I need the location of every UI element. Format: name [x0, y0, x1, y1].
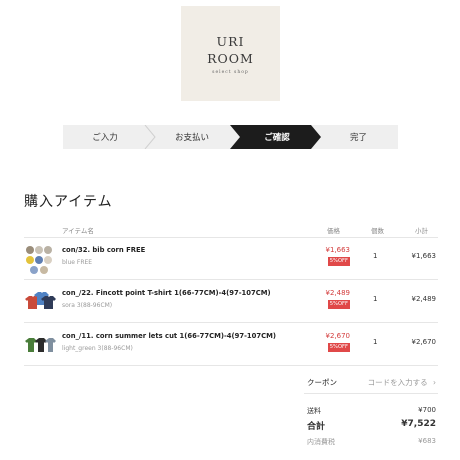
header-qty: 個数: [371, 227, 384, 235]
table-row: con/32. bib corn FREE blue FREE ¥1,663 5…: [24, 238, 438, 280]
product-qty: 1: [373, 252, 378, 260]
step-confirm: ご確認: [235, 125, 319, 149]
discount-badge: 5%OFF: [327, 343, 350, 352]
product-qty: 1: [373, 295, 378, 303]
discount-badge: 5%OFF: [327, 257, 350, 266]
coupon-input-link[interactable]: コードを入力する ›: [368, 377, 436, 388]
product-variant: sora 3(88-96CM): [62, 302, 113, 309]
tax-label: 内消費税: [307, 438, 335, 446]
coupon-row[interactable]: クーポン コードを入力する ›: [304, 370, 438, 394]
product-qty: 1: [373, 338, 378, 346]
product-variant: light_green 3(88-96CM): [62, 345, 133, 352]
logo-line-2: ROOM: [207, 50, 254, 66]
coupon-placeholder: コードを入力する: [367, 378, 428, 387]
table-row: con_/11. corn summer lets cut 1(66-77CM)…: [24, 324, 438, 366]
tshirt-product-image[interactable]: [24, 287, 56, 319]
product-subtotal: ¥2,489: [411, 295, 437, 303]
checkout-steps: ご入力 お支払い ご確認 完了: [63, 125, 398, 149]
items-table-header: アイテム名 価格 個数 小計: [24, 222, 438, 238]
step-complete-label: 完了: [349, 133, 367, 143]
step-input-label: ご入力: [92, 133, 118, 143]
chevron-right-icon: ›: [433, 378, 436, 387]
step-confirm-label: ご確認: [264, 133, 290, 143]
product-variant: blue FREE: [62, 259, 93, 266]
product-subtotal: ¥1,663: [411, 252, 437, 260]
logo-line-1: URI: [216, 33, 245, 49]
step-payment-label: お支払い: [174, 133, 209, 143]
product-name[interactable]: con_/11. corn summer lets cut 1(66-77CM)…: [62, 332, 276, 340]
header-item-name: アイテム名: [62, 227, 94, 235]
total-value: ¥7,522: [401, 419, 436, 429]
step-complete: 完了: [319, 125, 398, 149]
step-payment: お支払い: [149, 125, 235, 149]
header-price: 価格: [327, 227, 340, 235]
shipping-value: ¥700: [418, 406, 436, 414]
product-subtotal: ¥2,670: [411, 338, 437, 346]
summer-wear-product-image[interactable]: [24, 330, 56, 362]
logo-tagline: select shop: [212, 69, 249, 75]
product-price: ¥1,663: [325, 246, 351, 254]
total-label: 合計: [307, 422, 326, 432]
discount-badge: 5%OFF: [327, 300, 350, 309]
product-price: ¥2,670: [325, 332, 351, 340]
step-input: ご入力: [63, 125, 147, 149]
product-name[interactable]: con_/22. Fincott point T-shirt 1(66-77CM…: [62, 289, 271, 297]
product-price: ¥2,489: [325, 289, 351, 297]
purchase-items-heading: 購入アイテム: [24, 194, 113, 210]
coupon-label: クーポン: [307, 378, 337, 387]
shop-logo[interactable]: URI ROOM select shop: [181, 6, 280, 101]
shipping-label: 送料: [307, 407, 321, 415]
table-row: con_/22. Fincott point T-shirt 1(66-77CM…: [24, 281, 438, 323]
header-subtotal: 小計: [415, 227, 428, 235]
bib-product-image[interactable]: [24, 244, 56, 276]
tax-value: ¥683: [418, 437, 436, 445]
product-name[interactable]: con/32. bib corn FREE: [62, 246, 145, 254]
